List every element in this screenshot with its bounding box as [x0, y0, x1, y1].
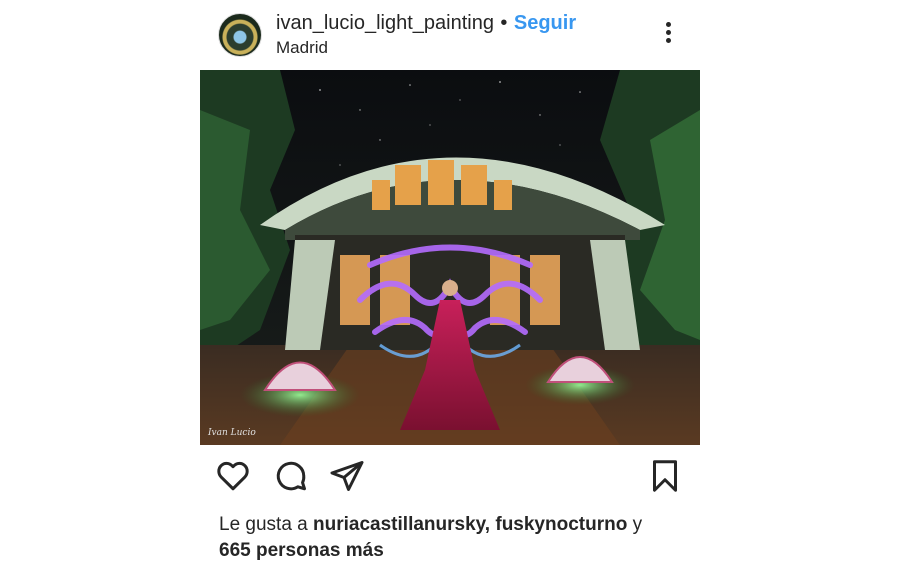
avatar[interactable]: [218, 13, 262, 57]
likes-users[interactable]: nuriacastillanursky, fuskynocturno: [313, 514, 627, 535]
comment-bubble-icon[interactable]: [273, 458, 309, 494]
light-painting-house-image: Ivan Lucio: [200, 70, 700, 445]
heart-icon[interactable]: [215, 458, 251, 494]
photo-signature: Ivan Lucio: [207, 428, 256, 438]
paper-plane-icon[interactable]: [329, 458, 365, 494]
likes-prefix: Le gusta a: [219, 514, 314, 535]
separator-dot: •: [500, 12, 508, 34]
likes-middle: y: [627, 514, 643, 535]
post-photo[interactable]: Ivan Lucio: [200, 70, 700, 445]
likes-summary: Le gusta a nuriacastillanursky, fuskynoc…: [219, 512, 699, 564]
user-line: ivan_lucio_light_painting • Seguir: [276, 12, 576, 35]
post-header: ivan_lucio_light_painting • Seguir Madri…: [218, 10, 688, 62]
username-link[interactable]: ivan_lucio_light_painting: [276, 12, 494, 34]
location-link[interactable]: Madrid: [276, 38, 328, 58]
follow-button[interactable]: Seguir: [514, 12, 576, 34]
likes-count[interactable]: 665 personas más: [219, 540, 384, 561]
bookmark-icon[interactable]: [647, 458, 683, 494]
more-options-icon[interactable]: [658, 22, 678, 48]
post-actions: [215, 458, 685, 498]
